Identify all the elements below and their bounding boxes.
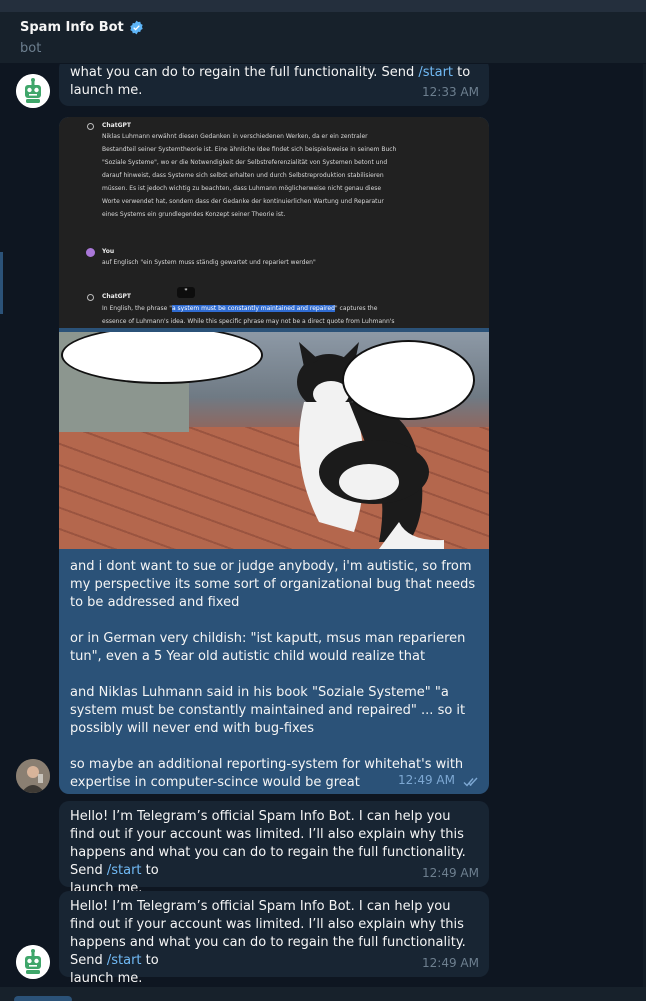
message-time: 12:49 AM: [422, 956, 479, 970]
start-command-link[interactable]: /start: [107, 863, 142, 878]
chatgpt-icon: [87, 294, 94, 301]
message-composer-area[interactable]: [0, 987, 646, 1001]
you-prompt-text: auf Englisch "ein System muss ständig ge…: [102, 259, 316, 266]
message-media[interactable]: ChatGPT Niklas Luhmann erwähnt diesen Ge…: [59, 117, 489, 549]
bot-avatar[interactable]: [16, 945, 50, 979]
window-top-strip: [0, 0, 646, 12]
screenshot-line: In English, the phrase "a system must be…: [102, 305, 378, 312]
message-bubble-bot[interactable]: Hello! I’m Telegram’s official Spam Info…: [59, 891, 489, 986]
user-photo-icon: [16, 759, 50, 793]
message-time: 12:49 AM: [422, 866, 479, 880]
unread-indicator: [0, 252, 3, 314]
screenshot-line: Worte verwendet hat, sondern dass der Ge…: [102, 198, 384, 205]
message-text: Hello! I’m Telegram’s official Spam Info…: [70, 809, 466, 896]
chatgpt-screenshot-image[interactable]: ChatGPT Niklas Luhmann erwähnt diesen Ge…: [59, 117, 489, 328]
cat-meme-image[interactable]: [59, 332, 489, 549]
bot-avatar[interactable]: [16, 74, 50, 108]
read-checkmarks-icon: [463, 777, 478, 787]
user-avatar[interactable]: [16, 759, 50, 793]
message-list[interactable]: what you can do to regain the full funct…: [0, 64, 646, 1001]
screenshot-line: "Soziale Systeme", wo er die Notwendigke…: [102, 159, 388, 166]
screenshot-line: eines Systems ein grundlegendes Konzept …: [102, 211, 286, 218]
screenshot-line: essence of Luhmann's idea. While this sp…: [102, 318, 395, 325]
composer-button[interactable]: [14, 996, 72, 1001]
chatgpt-icon: [87, 123, 94, 130]
screenshot-line: Bestandteil seiner Systemtheorie ist. Ei…: [102, 146, 397, 153]
robot-icon: [16, 74, 50, 108]
screenshot-line: müssen. Es ist jedoch wichtig zu beachte…: [102, 185, 382, 192]
start-command-link[interactable]: /start: [107, 953, 142, 968]
verified-badge-icon: [130, 20, 143, 35]
message-text: and i dont want to sue or judge anybody,…: [70, 559, 476, 790]
screenshot-line: darauf hinweist, dass Systeme sich selbs…: [102, 172, 384, 179]
message-bubble-bot[interactable]: what you can do to regain the full funct…: [59, 64, 489, 106]
you-name: You: [102, 248, 115, 255]
chat-header[interactable]: Spam Info Bot bot: [0, 12, 646, 64]
message-text: Hello! I’m Telegram’s official Spam Info…: [70, 899, 466, 986]
highlighted-phrase: a system must be constantly maintained a…: [171, 305, 335, 312]
message-bubble-outgoing[interactable]: ChatGPT Niklas Luhmann erwähnt diesen Ge…: [59, 117, 489, 794]
chatgpt-name: ChatGPT: [102, 293, 132, 300]
chatgpt-answer-text: In English, the phrase "a system must be…: [102, 304, 482, 327]
chat-subtitle: bot: [20, 41, 42, 56]
message-time: 12:33 AM: [422, 85, 479, 99]
speech-bubble-right: [342, 340, 475, 420]
user-avatar-icon: [86, 248, 95, 257]
chatgpt-answer-text: Niklas Luhmann erwähnt diesen Gedanken i…: [102, 132, 482, 220]
message-time: 12:49 AM: [398, 773, 455, 787]
message-bubble-bot[interactable]: Hello! I’m Telegram’s official Spam Info…: [59, 801, 489, 896]
chatgpt-name: ChatGPT: [102, 122, 132, 129]
start-command-link[interactable]: /start: [418, 65, 453, 80]
chat-title[interactable]: Spam Info Bot: [20, 20, 144, 35]
chat-title-text: Spam Info Bot: [20, 20, 124, 35]
screenshot-line: Niklas Luhmann erwähnt diesen Gedanken i…: [102, 133, 368, 140]
quote-icon: ❞: [177, 287, 195, 298]
robot-icon: [16, 945, 50, 979]
